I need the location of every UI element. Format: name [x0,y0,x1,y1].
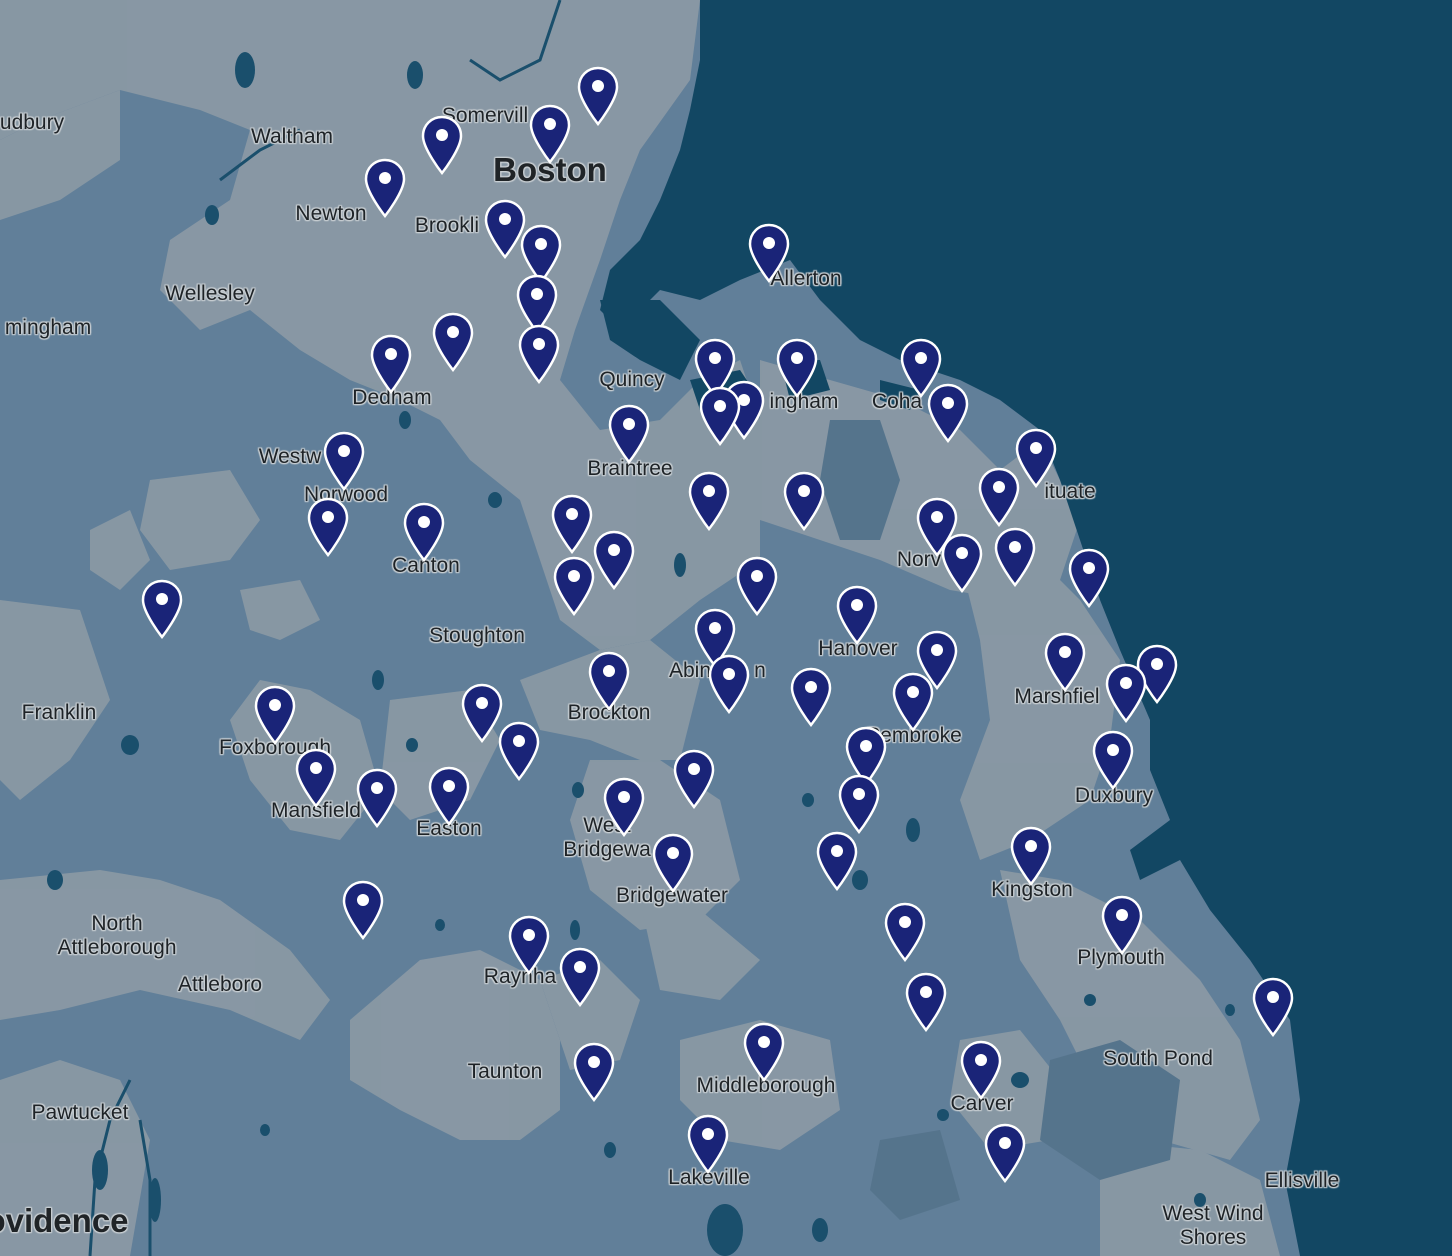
map-marker-pin-icon[interactable] [782,471,826,531]
map-marker-pin-icon[interactable] [306,497,350,557]
map-marker-pin-icon[interactable] [140,579,184,639]
map-marker-pin-icon[interactable] [341,880,385,940]
map-marker-pin-icon[interactable] [1091,730,1135,790]
map-marker-pin-icon[interactable] [576,66,620,126]
map-marker-pin-icon[interactable] [789,667,833,727]
map-marker-pin-icon[interactable] [355,768,399,828]
map-marker-pin-icon[interactable] [983,1123,1027,1183]
map-marker-pin-icon[interactable] [686,1114,730,1174]
map-marker-pin-icon[interactable] [1104,663,1148,723]
map-marker-pin-icon[interactable] [294,748,338,808]
map-marker-pin-icon[interactable] [687,471,731,531]
map-marker-pin-icon[interactable] [1043,632,1087,692]
map-marker-pin-icon[interactable] [528,104,572,164]
map-marker-pin-icon[interactable] [497,721,541,781]
map-marker-pin-icon[interactable] [363,158,407,218]
map-marker-pin-icon[interactable] [369,334,413,394]
map-marker-pin-icon[interactable] [747,223,791,283]
map-marker-pin-icon[interactable] [420,115,464,175]
map-canvas[interactable]: udbury Waltham Somervill Boston Newton Brookl… [0,0,1452,1256]
map-marker-pin-icon[interactable] [402,502,446,562]
map-marker-pin-icon[interactable] [940,533,984,593]
map-marker-pin-icon[interactable] [977,467,1021,527]
map-marker-pin-icon[interactable] [558,947,602,1007]
map-marker-pin-icon[interactable] [993,527,1037,587]
map-marker-pin-icon[interactable] [572,1042,616,1102]
map-marker-pin-icon[interactable] [835,585,879,645]
map-marker-pin-icon[interactable] [815,831,859,891]
map-marker-pin-icon[interactable] [517,324,561,384]
map-marker-pin-icon[interactable] [837,774,881,834]
map-marker-pin-icon[interactable] [1067,548,1111,608]
map-marker-pin-icon[interactable] [253,685,297,745]
map-marker-pin-icon[interactable] [427,766,471,826]
map-marker-pin-icon[interactable] [735,556,779,616]
map-marker-pin-icon[interactable] [1100,895,1144,955]
map-marker-pin-icon[interactable] [607,404,651,464]
map-marker-pin-icon[interactable] [904,972,948,1032]
map-marker-pin-icon[interactable] [883,902,927,962]
map-marker-pin-icon[interactable] [322,431,366,491]
map-marker-pin-icon[interactable] [707,654,751,714]
map-marker-pin-icon[interactable] [552,556,596,616]
map-marker-pin-icon[interactable] [587,651,631,711]
map-marker-pin-icon[interactable] [775,338,819,398]
map-marker-pin-icon[interactable] [959,1040,1003,1100]
map-marker-pin-icon[interactable] [431,312,475,372]
map-marker-pin-icon[interactable] [507,915,551,975]
map-marker-pin-icon[interactable] [926,383,970,443]
map-marker-pin-icon[interactable] [742,1022,786,1082]
map-marker-pin-icon[interactable] [672,749,716,809]
map-marker-pin-icon[interactable] [592,530,636,590]
map-marker-pin-icon[interactable] [550,494,594,554]
map-marker-pin-icon[interactable] [891,672,935,732]
map-marker-pin-icon[interactable] [602,777,646,837]
map-marker-pin-icon[interactable] [1009,826,1053,886]
map-marker-pin-icon[interactable] [651,833,695,893]
map-marker-pin-icon[interactable] [1251,977,1295,1037]
map-marker-pin-icon[interactable] [698,386,742,446]
